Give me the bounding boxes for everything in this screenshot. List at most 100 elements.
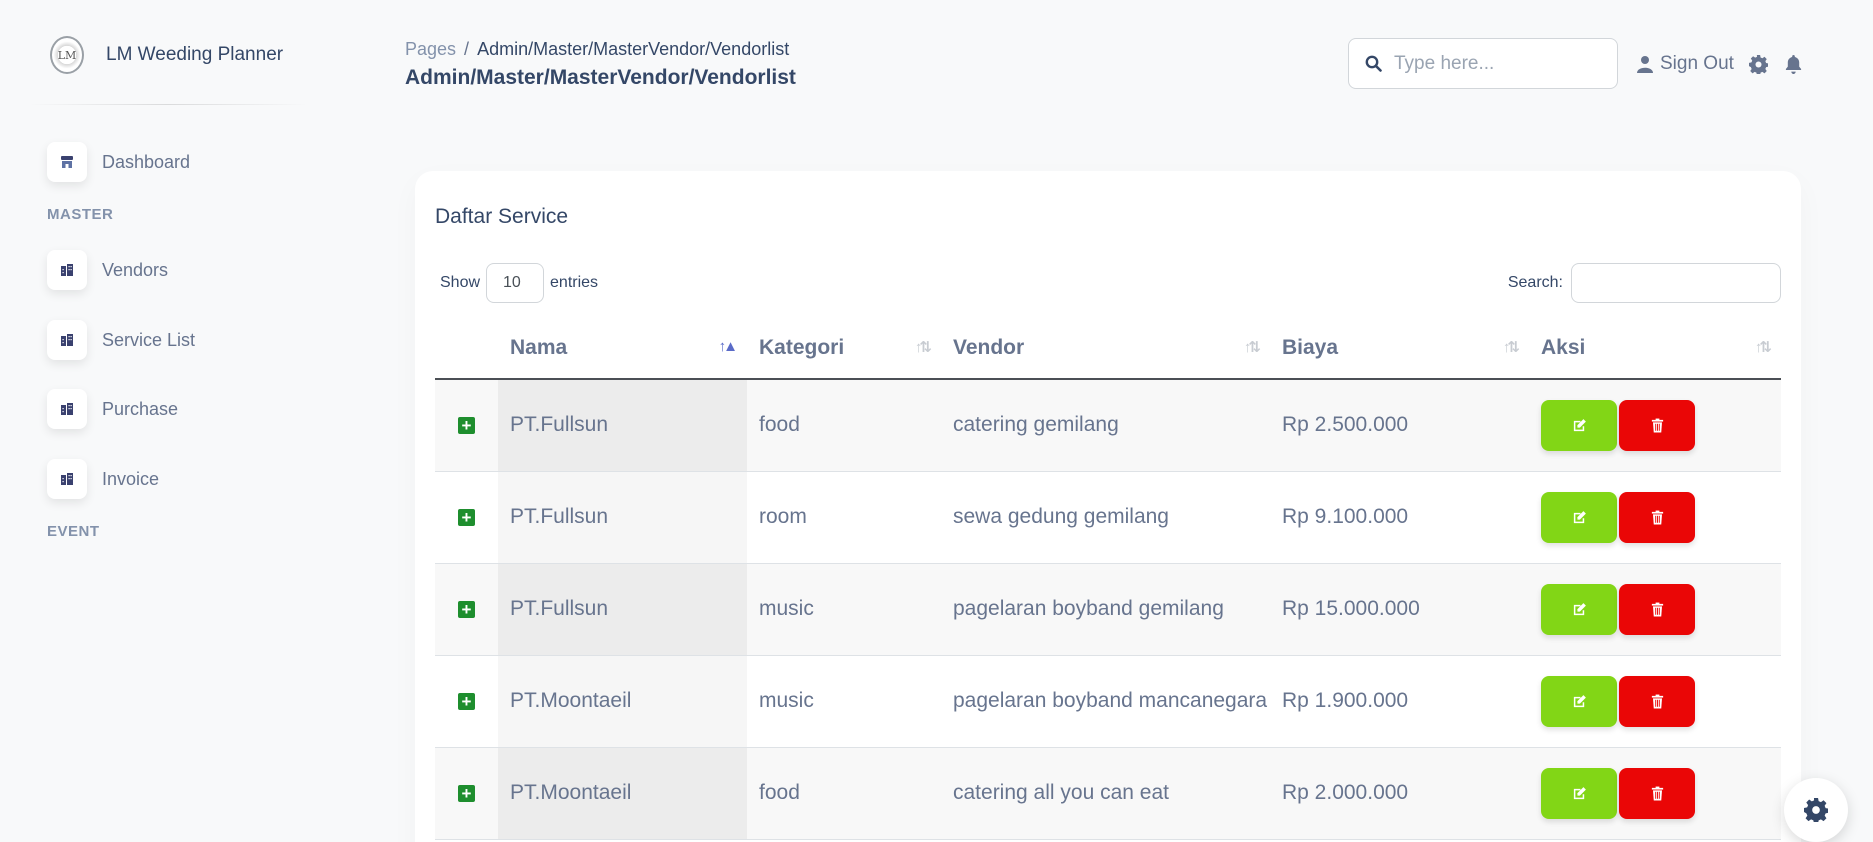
office-icon — [47, 389, 87, 429]
expand-cell[interactable]: + — [435, 655, 498, 748]
gear-icon — [1804, 798, 1828, 822]
breadcrumb-current: Admin/Master/MasterVendor/Vendorlist — [477, 39, 790, 59]
column-header-kategori[interactable]: Kategori ↑⇅ — [747, 317, 941, 380]
edit-button[interactable] — [1541, 399, 1617, 451]
cell-aksi — [1529, 747, 1781, 840]
sidebar-item-label: Purchase — [102, 398, 179, 419]
delete-button[interactable] — [1619, 583, 1695, 635]
edit-button[interactable] — [1541, 491, 1617, 543]
card-title: Daftar Service — [435, 205, 569, 228]
expand-cell[interactable]: + — [435, 563, 498, 656]
cell-kategori: music — [747, 563, 941, 656]
sort-icon: ↑⇅ — [914, 339, 932, 356]
expand-plus-icon[interactable]: + — [458, 693, 475, 710]
expand-cell[interactable]: + — [435, 747, 498, 840]
expand-plus-icon[interactable]: + — [458, 601, 475, 618]
delete-button[interactable] — [1619, 399, 1695, 451]
table-header-row: Nama ↑▲ Kategori ↑⇅ Vendor ↑⇅ Biaya ↑⇅ Aksi ↑… — [435, 317, 1781, 380]
cell-nama: PT.Fullsun — [498, 379, 747, 472]
table-search-input[interactable] — [1571, 263, 1781, 303]
edit-button[interactable] — [1541, 583, 1617, 635]
cell-vendor: sewa gedung gemilang — [941, 471, 1270, 564]
breadcrumb-root[interactable]: Pages — [405, 39, 456, 59]
cell-nama: PT.Moontaeil — [498, 655, 747, 748]
trash-icon — [1651, 418, 1663, 433]
office-icon — [47, 320, 87, 360]
sidebar-item-invoice[interactable]: Invoice — [47, 459, 159, 499]
column-header-control — [435, 317, 498, 380]
show-label: Show — [440, 274, 481, 291]
sidebar-item-purchase[interactable]: Purchase — [47, 389, 178, 429]
trash-icon — [1651, 694, 1663, 708]
sidebar-item-dashboard[interactable]: Dashboard — [47, 142, 190, 182]
cell-aksi — [1529, 379, 1781, 472]
edit-icon — [1573, 786, 1586, 799]
cell-biaya: Rp 1.900.000 — [1270, 655, 1529, 748]
breadcrumb: Pages / Admin/Master/MasterVendor/Vendorli… — [405, 39, 789, 60]
settings-fab[interactable] — [1784, 778, 1848, 842]
table-row: + PT.Moontaeil music pagelaran boyband manc… — [435, 655, 1781, 748]
edit-icon — [1573, 694, 1586, 707]
column-label: Kategori — [759, 335, 845, 359]
breadcrumb-separator: / — [464, 39, 470, 59]
delete-button[interactable] — [1619, 767, 1695, 819]
cell-kategori: food — [747, 747, 941, 840]
edit-button[interactable] — [1541, 675, 1617, 727]
trash-icon — [1651, 602, 1663, 616]
sort-icon: ↑⇅ — [1502, 339, 1520, 356]
expand-plus-icon[interactable]: + — [458, 785, 475, 802]
edit-icon — [1573, 510, 1586, 523]
sidebar-item-label: Invoice — [102, 468, 160, 489]
entries-label: entries — [550, 274, 599, 291]
service-card: Daftar Service Show 10 entries Search: N… — [415, 171, 1801, 842]
column-header-biaya[interactable]: Biaya ↑⇅ — [1270, 317, 1529, 380]
sidebar-section-event: EVENT — [47, 523, 100, 540]
table-row: + PT.Moontaeil food catering all you can ea… — [435, 747, 1781, 840]
edit-button[interactable] — [1541, 767, 1617, 819]
cell-biaya: Rp 2.000.000 — [1270, 747, 1529, 840]
column-header-nama[interactable]: Nama ↑▲ — [498, 317, 747, 380]
trash-icon — [1651, 510, 1663, 524]
bell-icon[interactable] — [1784, 55, 1803, 74]
sort-icon: ↑⇅ — [1243, 339, 1261, 356]
edit-icon — [1573, 418, 1586, 431]
sidebar-item-label: Dashboard — [102, 151, 191, 172]
gear-icon[interactable] — [1749, 55, 1768, 74]
trash-icon — [1651, 786, 1663, 800]
sidebar-item-service-list[interactable]: Service List — [47, 320, 195, 360]
expand-plus-icon[interactable]: + — [458, 417, 475, 435]
cell-biaya: Rp 9.100.000 — [1270, 471, 1529, 564]
brand-name: LM Weeding Planner — [106, 44, 284, 65]
sort-asc-icon: ↑▲ — [718, 338, 738, 355]
column-label: Aksi — [1541, 335, 1586, 359]
header-search[interactable] — [1348, 38, 1618, 89]
sidebar-item-label: Vendors — [102, 259, 169, 280]
expand-cell[interactable]: + — [435, 379, 498, 472]
sign-out-button[interactable]: Sign Out — [1637, 53, 1734, 75]
expand-plus-icon[interactable]: + — [458, 509, 475, 526]
cell-biaya: Rp 2.500.000 — [1270, 379, 1529, 472]
cell-biaya: Rp 15.000.000 — [1270, 563, 1529, 656]
cell-vendor: catering gemilang — [941, 379, 1270, 472]
column-header-aksi[interactable]: Aksi ↑⇅ — [1529, 317, 1781, 380]
delete-button[interactable] — [1619, 491, 1695, 543]
shop-icon — [47, 142, 87, 182]
edit-icon — [1573, 602, 1586, 615]
search-input[interactable] — [1394, 52, 1604, 75]
page-title: Admin/Master/MasterVendor/Vendorlist — [405, 66, 796, 89]
column-label: Vendor — [953, 335, 1025, 359]
cell-nama: PT.Moontaeil — [498, 747, 747, 840]
sidebar-item-vendors[interactable]: Vendors — [47, 250, 168, 290]
cell-nama: PT.Fullsun — [498, 563, 747, 656]
table-row: + PT.Fullsun food catering gemilang Rp 2.500… — [435, 379, 1781, 472]
cell-aksi — [1529, 471, 1781, 564]
delete-button[interactable] — [1619, 675, 1695, 727]
cell-kategori: room — [747, 471, 941, 564]
column-header-vendor[interactable]: Vendor ↑⇅ — [941, 317, 1270, 380]
entries-select[interactable]: 10 — [486, 263, 545, 303]
column-label: Nama — [510, 335, 568, 359]
sort-icon: ↑⇅ — [1754, 339, 1772, 356]
table-filter: Search: — [1508, 263, 1781, 303]
expand-cell[interactable]: + — [435, 471, 498, 564]
brand[interactable]: LM LM Weeding Planner — [50, 36, 283, 74]
